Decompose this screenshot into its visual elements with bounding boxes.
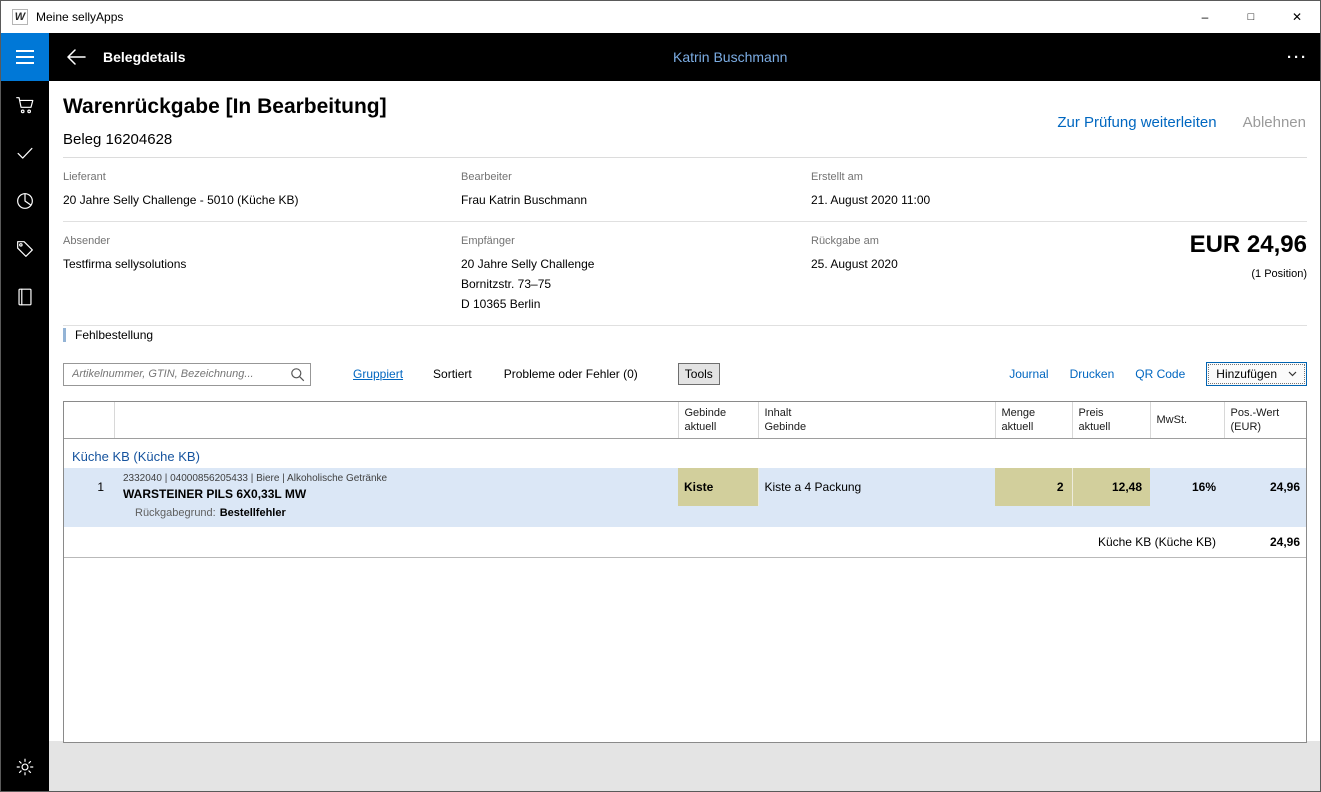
tab-indicator-bar (63, 328, 66, 342)
journal-link[interactable]: Journal (1009, 367, 1048, 381)
minimize-button[interactable]: – (1182, 1, 1228, 33)
footer-strip (49, 741, 1320, 791)
document-number: Beleg 16204628 (63, 131, 172, 148)
print-link[interactable]: Drucken (1070, 367, 1115, 381)
info-row-1: Lieferant 20 Jahre Selly Challenge - 501… (63, 157, 1307, 222)
close-button[interactable]: ✕ (1274, 1, 1320, 33)
summary-label: Küche KB (Küche KB) (64, 527, 1224, 558)
cell-position: 1 (64, 468, 114, 506)
price-tag-icon (14, 238, 36, 260)
menu-button[interactable] (1, 33, 49, 81)
problems-filter[interactable]: Probleme oder Fehler (0) (504, 367, 638, 381)
group-toggle[interactable]: Gruppiert (353, 367, 403, 381)
col-wert: Pos.-Wert(EUR) (1224, 402, 1307, 439)
reason-label: Rückgabegrund: (135, 507, 216, 519)
more-button[interactable]: ··· (1287, 49, 1308, 66)
sidebar (1, 81, 49, 791)
positions-table: Gebindeaktuell InhaltGebinde Mengeaktuel… (63, 401, 1307, 743)
col-menge: Mengeaktuell (995, 402, 1072, 439)
table-header-row: Gebindeaktuell InhaltGebinde Mengeaktuel… (64, 402, 1307, 439)
table-row[interactable]: 1 2332040 | 04000856205433 | Biere | Alk… (64, 468, 1307, 506)
field-erstellt-am: Erstellt am 21. August 2020 11:00 (811, 171, 1307, 210)
document-total: EUR 24,96 (1 Position) (1190, 231, 1307, 280)
reject-button[interactable]: Ablehnen (1243, 114, 1306, 131)
col-mwst: MwSt. (1150, 402, 1224, 439)
app-header: Belegdetails Katrin Buschmann ··· (1, 33, 1320, 81)
pie-chart-icon (14, 190, 36, 212)
search-input[interactable] (63, 363, 311, 386)
cart-icon (14, 94, 36, 116)
cell-mwst: 16% (1150, 468, 1224, 506)
summary-value: 24,96 (1224, 527, 1307, 558)
field-empfaenger: Empfänger 20 Jahre Selly Challenge Borni… (461, 235, 811, 314)
article-meta: 2332040 | 04000856205433 | Biere | Alkoh… (123, 473, 678, 484)
cell-menge[interactable]: 2 (995, 468, 1072, 506)
position-count: (1 Position) (1190, 268, 1307, 280)
document-info: Lieferant 20 Jahre Selly Challenge - 501… (63, 157, 1307, 326)
toolbar: Gruppiert Sortiert Probleme oder Fehler … (63, 361, 1307, 387)
book-icon (14, 286, 36, 308)
cell-article: 2332040 | 04000856205433 | Biere | Alkoh… (114, 468, 678, 506)
user-link[interactable]: Katrin Buschmann (673, 49, 787, 65)
sort-toggle[interactable]: Sortiert (433, 367, 472, 381)
main-content: Warenrückgabe [In Bearbeitung] Beleg 162… (49, 81, 1320, 791)
col-inhalt: InhaltGebinde (758, 402, 995, 439)
checkmark-icon (14, 142, 36, 164)
forward-for-review-button[interactable]: Zur Prüfung weiterleiten (1057, 114, 1216, 131)
sidebar-item-statistics[interactable] (1, 177, 49, 225)
info-row-2: Absender Testfirma sellysolutions Empfän… (63, 222, 1307, 326)
cell-wert: 24,96 (1224, 468, 1307, 506)
sidebar-item-settings[interactable] (1, 743, 49, 791)
article-name: WARSTEINER PILS 6X0,33L MW (123, 487, 678, 501)
hamburger-icon (16, 50, 34, 52)
field-bearbeiter: Bearbeiter Frau Katrin Buschmann (461, 171, 811, 210)
search-box (63, 363, 311, 386)
sidebar-item-tasks[interactable] (1, 129, 49, 177)
col-gebinde: Gebindeaktuell (678, 402, 758, 439)
field-absender: Absender Testfirma sellysolutions (63, 235, 461, 314)
return-reason-row: Rückgabegrund: Bestellfehler (64, 506, 1307, 527)
col-preis: Preisaktuell (1072, 402, 1150, 439)
reason-value: Bestellfehler (220, 507, 286, 519)
gear-icon (14, 756, 36, 778)
maximize-button[interactable]: □ (1228, 1, 1274, 33)
qr-code-link[interactable]: QR Code (1135, 367, 1185, 381)
sidebar-item-cart[interactable] (1, 81, 49, 129)
toolbar-right: Journal Drucken QR Code Hinzufügen (1009, 362, 1307, 386)
app-window: W Meine sellyApps – □ ✕ Belegdetails Kat… (0, 0, 1321, 792)
back-arrow-icon (66, 49, 86, 65)
search-icon (290, 367, 305, 382)
total-amount: EUR 24,96 (1190, 231, 1307, 259)
app-logo-icon: W (12, 9, 28, 25)
page-title: Belegdetails (103, 49, 185, 65)
cell-gebinde[interactable]: Kiste (678, 468, 758, 506)
tools-button[interactable]: Tools (678, 363, 720, 385)
field-lieferant: Lieferant 20 Jahre Selly Challenge - 501… (63, 171, 461, 210)
window-title: Meine sellyApps (36, 10, 123, 24)
group-summary-row: Küche KB (Küche KB) 24,96 (64, 527, 1307, 558)
tab-fehlbestellung[interactable]: Fehlbestellung (63, 328, 153, 342)
cell-inhalt: Kiste a 4 Packung (758, 468, 995, 506)
chevron-down-icon (1288, 371, 1297, 377)
back-button[interactable] (53, 33, 99, 81)
add-button[interactable]: Hinzufügen (1206, 362, 1307, 386)
sidebar-item-prices[interactable] (1, 225, 49, 273)
col-pos (64, 402, 114, 439)
titlebar: W Meine sellyApps – □ ✕ (1, 1, 1320, 33)
window-controls: – □ ✕ (1182, 1, 1320, 33)
document-title: Warenrückgabe [In Bearbeitung] (63, 95, 387, 119)
sidebar-item-journal[interactable] (1, 273, 49, 321)
group-header-row: Küche KB (Küche KB) (64, 439, 1307, 469)
cell-preis[interactable]: 12,48 (1072, 468, 1150, 506)
document-actions: Zur Prüfung weiterleiten Ablehnen (1057, 114, 1306, 131)
col-description (114, 402, 678, 439)
